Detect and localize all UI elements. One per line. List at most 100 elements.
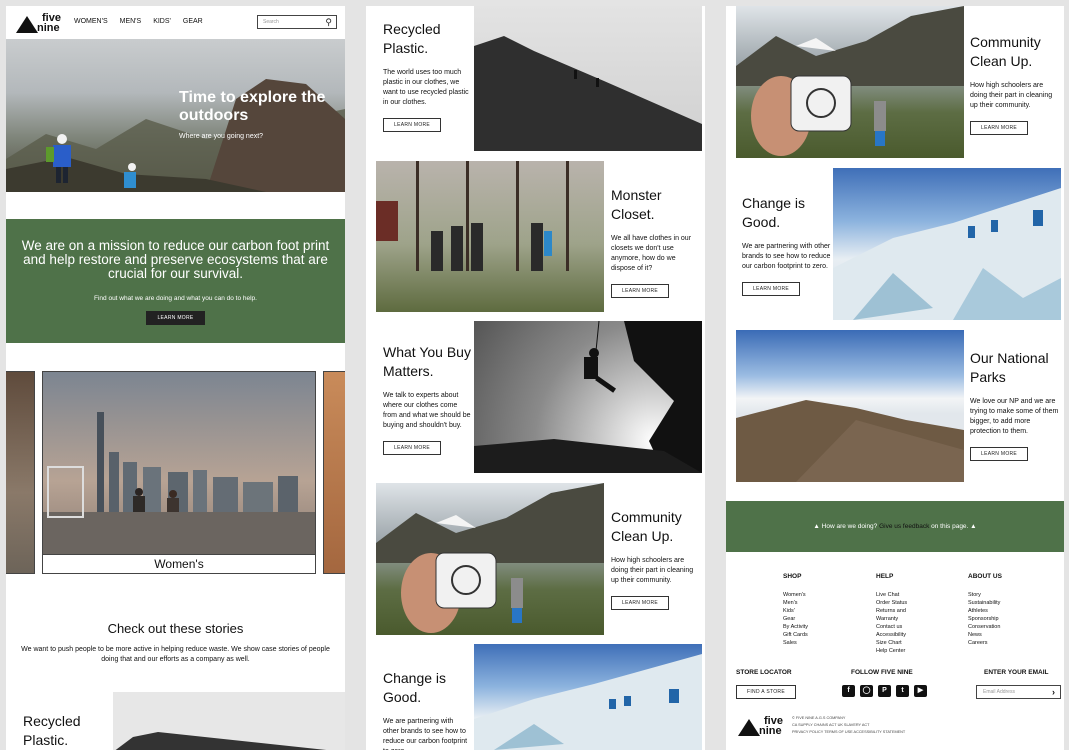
legal-text: © FIVE NINE A.G.S COMPANY CA SUPPLY CHAI… [792, 715, 905, 736]
nav-item-womens[interactable]: WOMEN'S [74, 18, 108, 25]
feedback-banner: ▲ How are we doing? Give us feedback on … [726, 501, 1064, 552]
story-learn-more-buy-matters[interactable]: LEARN MORE [383, 441, 442, 455]
homepage-top-panel: five nine WOMEN'S MEN'S KIDS' GEAR Searc… [6, 6, 345, 750]
carousel-card-womens[interactable]: Women's [42, 371, 316, 574]
story-card-change-2: Change is Good. We are partnering with o… [742, 194, 832, 296]
footer-link[interactable]: By Activity [783, 623, 808, 631]
story-learn-more-monster[interactable]: LEARN MORE [611, 284, 670, 298]
nav-item-gear[interactable]: GEAR [183, 18, 203, 25]
youtube-icon[interactable]: ▶ [914, 685, 927, 697]
footer-link[interactable]: Gear [783, 615, 808, 623]
story-text-community: How high schoolers are doing their part … [611, 557, 694, 584]
top-nav: five nine WOMEN'S MEN'S KIDS' GEAR Searc… [6, 6, 345, 39]
footer-link[interactable]: Accessibility [876, 631, 907, 639]
story-image-parks[interactable] [736, 330, 964, 482]
carousel-card-next[interactable] [323, 371, 345, 574]
footer-brand-logo[interactable]: five nine [738, 716, 783, 737]
social-links: f ◯ P t ▶ [842, 685, 927, 697]
story-text-buy-matters: We talk to experts about where our cloth… [383, 392, 471, 429]
footer-help: HELP Live Chat Order Status Returns and … [876, 573, 907, 655]
legal-line-1: © FIVE NINE A.G.S COMPANY [792, 716, 846, 720]
story-card-change: Change is Good. We are partnering with o… [383, 669, 471, 750]
search-input[interactable]: Search ⚲ [257, 15, 337, 29]
story-title-community-2: Community Clean Up. [970, 34, 1041, 69]
tree-icon: ▲ [813, 523, 820, 530]
story-image-buy-matters[interactable] [474, 321, 702, 473]
story-text-change: We are partnering with other brands to s… [383, 718, 468, 750]
footer-link[interactable]: Returns and [876, 607, 907, 615]
footer-link[interactable]: Sponsorship [968, 615, 1002, 623]
feedback-suffix: on this page. [929, 523, 969, 530]
mission-learn-more-button[interactable]: LEARN MORE [146, 311, 205, 325]
footer-about: ABOUT US Story Sustainability Athletes S… [968, 573, 1002, 647]
brand-logo[interactable]: five nine [16, 13, 61, 34]
logo-word-nine: nine [759, 725, 782, 737]
footer-link[interactable]: Sales [783, 639, 808, 647]
footer-link[interactable]: News [968, 631, 1002, 639]
carousel-category-label[interactable]: Women's [43, 554, 315, 573]
story-title-recycled-peek: Recycled Plastic. [23, 713, 81, 748]
story-image-recycled[interactable] [474, 6, 702, 151]
pinterest-icon[interactable]: P [878, 685, 891, 697]
story-learn-more-community-2[interactable]: LEARN MORE [970, 121, 1029, 135]
legal-line-3[interactable]: PRIVACY POLICY TERMS OF USE ACCESSIBILIT… [792, 729, 905, 736]
footer-link[interactable]: Warranty [876, 615, 907, 623]
story-text-community-2: How high schoolers are doing their part … [970, 82, 1053, 109]
story-image-community[interactable] [376, 483, 604, 635]
story-card-community: Community Clean Up. How high schoolers a… [611, 508, 699, 610]
carousel-card-prev[interactable] [6, 371, 35, 574]
email-title: ENTER YOUR EMAIL [984, 669, 1049, 676]
nav-item-kids[interactable]: KIDS' [153, 18, 171, 25]
facebook-icon[interactable]: f [842, 685, 855, 697]
search-placeholder: Search [263, 19, 279, 25]
footer-shop: SHOP Women's Men's Kids' Gear By Activit… [783, 573, 808, 647]
story-title-change: Change is Good. [383, 670, 447, 705]
hero-subtitle: Where are you going next? [179, 133, 264, 140]
stories-panel: Recycled Plastic. The world uses too muc… [366, 6, 705, 750]
footer-link[interactable]: Sustainability [968, 599, 1002, 607]
story-learn-more-change-2[interactable]: LEARN MORE [742, 282, 801, 296]
story-image-change-2[interactable] [833, 168, 1061, 320]
feedback-link[interactable]: Give us feedback [879, 523, 929, 530]
footer-link[interactable]: Story [968, 591, 1002, 599]
email-input[interactable]: Email Address › [976, 685, 1061, 699]
find-store-button[interactable]: FIND A STORE [736, 685, 796, 699]
search-icon[interactable]: ⚲ [325, 17, 332, 28]
story-learn-more-community[interactable]: LEARN MORE [611, 596, 670, 610]
footer-link[interactable]: Athletes [968, 607, 1002, 615]
nav-item-mens[interactable]: MEN'S [120, 18, 142, 25]
footer-link[interactable]: Size Chart [876, 639, 907, 647]
story-image-recycled-peek [113, 692, 345, 750]
footer-link[interactable]: Conservation [968, 623, 1002, 631]
footer-link[interactable]: Live Chat [876, 591, 907, 599]
story-learn-more-parks[interactable]: LEARN MORE [970, 447, 1029, 461]
story-title-parks: Our National Parks [970, 350, 1049, 385]
carousel-next-image [324, 372, 345, 573]
story-card-buy-matters: What You Buy Matters. We talk to experts… [383, 343, 471, 455]
story-image-monster[interactable] [376, 161, 604, 312]
follow-title: FOLLOW FIVE NINE [851, 669, 913, 676]
story-image-community-2[interactable] [736, 6, 964, 158]
footer-link[interactable]: Contact us [876, 623, 907, 631]
story-text-change-2: We are partnering with other brands to s… [742, 243, 831, 270]
instagram-icon[interactable]: ◯ [860, 685, 873, 697]
footer-link[interactable]: Kids' [783, 607, 808, 615]
story-learn-more-recycled[interactable]: LEARN MORE [383, 118, 442, 132]
stories-section-text: We want to push people to be more active… [21, 646, 330, 663]
nav-links: WOMEN'S MEN'S KIDS' GEAR [74, 18, 203, 25]
footer-link[interactable]: Careers [968, 639, 1002, 647]
footer-help-title: HELP [876, 573, 894, 580]
footer-link[interactable]: Help Center [876, 647, 907, 655]
twitter-icon[interactable]: t [896, 685, 909, 697]
arrow-right-icon[interactable]: › [1052, 687, 1055, 697]
footer-link[interactable]: Men's [783, 599, 808, 607]
hero-banner: Time to explore the outdoors Where are y… [6, 39, 345, 192]
story-image-change[interactable] [474, 644, 702, 750]
footer-shop-title: SHOP [783, 573, 802, 580]
footer-link[interactable]: Women's [783, 591, 808, 599]
footer-link[interactable]: Order Status [876, 599, 907, 607]
legal-line-2[interactable]: CA SUPPLY CHAINS ACT UK SLAVERY ACT [792, 722, 905, 729]
story-card-monster: Monster Closet. We all have clothes in o… [611, 186, 699, 298]
footer-link[interactable]: Gift Cards [783, 631, 808, 639]
mission-banner: We are on a mission to reduce our carbon… [6, 219, 345, 343]
